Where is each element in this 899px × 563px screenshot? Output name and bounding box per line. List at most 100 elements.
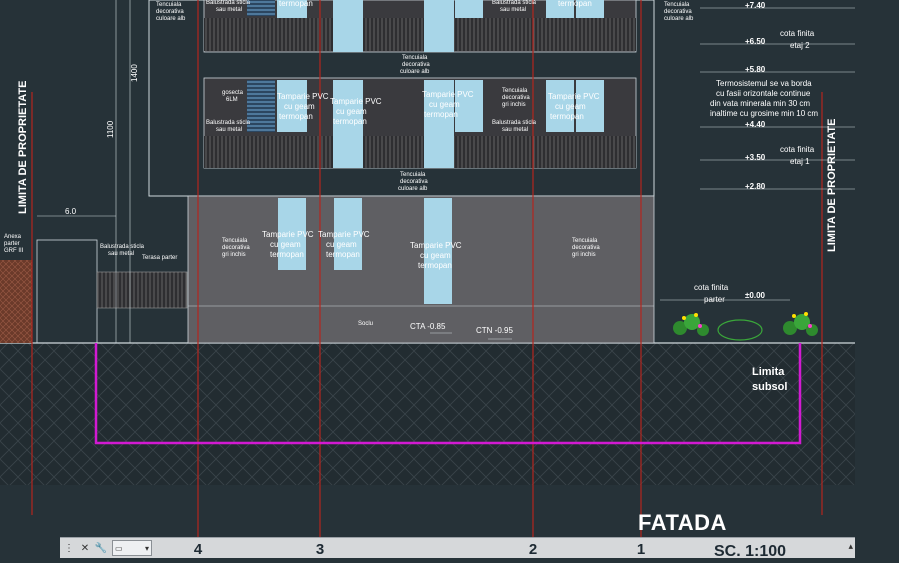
- svg-text:Tamparie PVC: Tamparie PVC: [548, 92, 600, 101]
- svg-text:termopan: termopan: [550, 112, 584, 121]
- railing-label: Balustrada sticla: [492, 120, 537, 126]
- finish-label: gri inchis: [572, 252, 596, 258]
- annex-outline: [36, 239, 98, 344]
- dim-600: 6.0: [65, 207, 77, 216]
- left-property-limit-label: LIMITA DE PROPRIETATE: [17, 81, 29, 214]
- gosecta-label: gosecta: [222, 90, 244, 96]
- level-marker: +7.40: [745, 1, 766, 10]
- finish-label: gri inchis: [222, 252, 246, 258]
- thermal-note-line: inaltime cu grosime min 10 cm: [710, 109, 818, 118]
- svg-text:Tamparie PVC: Tamparie PVC: [330, 97, 382, 106]
- annex-label: Anexa: [4, 234, 22, 240]
- annex-label: GRF III: [4, 248, 24, 254]
- dim-1400: 1400: [130, 64, 139, 82]
- window: [247, 0, 275, 16]
- railing-label: sau metal: [216, 7, 242, 13]
- level-note: cota finita: [780, 145, 815, 154]
- railing-label: sau metal: [500, 7, 526, 13]
- grid-axis-label: 3: [315, 541, 325, 558]
- basement-limit-label-2: subsol: [752, 381, 787, 393]
- thermal-note-line: cu fasii orizontale continue: [716, 89, 811, 98]
- drawing-scale: SC. 1:100: [714, 543, 787, 560]
- gosecta-label: 6LM: [226, 97, 238, 103]
- finish-label: Tencuiala: [222, 238, 248, 244]
- floor2-railing: [204, 18, 636, 51]
- svg-text:cu geam: cu geam: [555, 102, 586, 111]
- wrench-icon[interactable]: 🔧: [94, 541, 108, 555]
- railing-label: Balustrada sticla: [206, 0, 251, 6]
- finish-label: decorativa: [572, 245, 600, 251]
- finish-label: decorativa: [502, 95, 530, 101]
- level-note: cota finita: [694, 283, 729, 292]
- window: [333, 0, 363, 52]
- level-marker: +2.80: [745, 182, 766, 191]
- terrace-label: Terasa parter: [142, 255, 177, 261]
- finish-label: culoare alb: [156, 16, 186, 22]
- svg-text:Tamparie PVC: Tamparie PVC: [277, 92, 329, 101]
- svg-text:Tamparie PVC: Tamparie PVC: [410, 241, 462, 250]
- svg-text:termopan: termopan: [558, 0, 592, 8]
- level-note: cota finita: [780, 29, 815, 38]
- cad-drawing-canvas[interactable]: LIMITA DE PROPRIETATE LIMITA DE PROPRIET…: [0, 0, 899, 563]
- finish-label: Tencuiala: [664, 2, 690, 8]
- annex-label: parter: [4, 241, 20, 247]
- vegetation: [673, 312, 818, 341]
- svg-text:termopan: termopan: [279, 0, 313, 8]
- cta-label: CTA -0.85: [410, 322, 446, 331]
- finish-label: Tencuiala: [156, 2, 182, 8]
- level-marker: ±0.00: [745, 291, 766, 300]
- floor1-railing: [204, 136, 636, 168]
- finish-label: decorativa: [664, 9, 692, 15]
- railing-label: sau metal: [108, 251, 134, 257]
- chevron-down-icon: ▾: [144, 543, 149, 553]
- layout-icon: ▭: [115, 543, 123, 553]
- svg-text:cu geam: cu geam: [336, 107, 367, 116]
- window: [247, 80, 275, 132]
- level-note: etaj 1: [790, 157, 810, 166]
- finish-label: decorativa: [402, 62, 430, 68]
- svg-text:termopan: termopan: [333, 117, 367, 126]
- svg-text:cu geam: cu geam: [326, 240, 357, 249]
- level-marker: +4.40: [745, 120, 766, 129]
- finish-label: Tencuiala: [400, 172, 426, 178]
- railing-label: Balustrada sticla: [492, 0, 537, 6]
- grid-axis-label: 2: [528, 541, 538, 558]
- finish-label: culoare alb: [664, 16, 694, 22]
- svg-text:cu geam: cu geam: [420, 251, 451, 260]
- svg-text:termopan: termopan: [326, 250, 360, 259]
- finish-label: Tencuiala: [502, 88, 528, 94]
- level-note: parter: [704, 295, 725, 304]
- ctn-label: CTN -0.95: [476, 326, 513, 335]
- terrace-railing: [96, 271, 188, 309]
- svg-text:cu geam: cu geam: [270, 240, 301, 249]
- svg-text:cu geam: cu geam: [284, 102, 315, 111]
- grip-icon[interactable]: ⋮: [62, 541, 76, 555]
- plinth-label: Soclu: [358, 321, 373, 327]
- finish-label: culoare alb: [398, 186, 428, 192]
- command-dropdown[interactable]: ▭ ▾: [112, 540, 152, 556]
- basement-limit-label-1: Limita: [752, 366, 785, 378]
- thermal-note-line: Termosistemul se va borda: [716, 79, 812, 88]
- svg-text:termopan: termopan: [418, 261, 452, 270]
- chevron-up-icon[interactable]: ▴: [848, 541, 853, 552]
- finish-label: Tencuiala: [402, 55, 428, 61]
- level-marker: +5.80: [745, 65, 766, 74]
- level-marker: +6.50: [745, 37, 766, 46]
- finish-label: decorativa: [400, 179, 428, 185]
- grid-axis-label: 4: [193, 541, 203, 558]
- finish-label: culoare alb: [400, 69, 430, 75]
- right-property-limit-label: LIMITA DE PROPRIETATE: [826, 119, 838, 252]
- svg-text:Tamparie PVC: Tamparie PVC: [262, 230, 314, 239]
- ground-hatch: [0, 343, 855, 485]
- finish-label: Tencuiala: [572, 238, 598, 244]
- railing-label: sau metal: [502, 127, 528, 133]
- close-icon[interactable]: ✕: [78, 541, 92, 555]
- level-note: etaj 2: [790, 41, 810, 50]
- svg-text:termopan: termopan: [270, 250, 304, 259]
- railing-label: Balustrada sticla: [100, 244, 145, 250]
- finish-label: decorativa: [156, 9, 184, 15]
- svg-text:Tamparie PVC: Tamparie PVC: [318, 230, 370, 239]
- dim-1100: 1100: [106, 120, 115, 138]
- window: [424, 0, 454, 52]
- svg-text:termopan: termopan: [279, 112, 313, 121]
